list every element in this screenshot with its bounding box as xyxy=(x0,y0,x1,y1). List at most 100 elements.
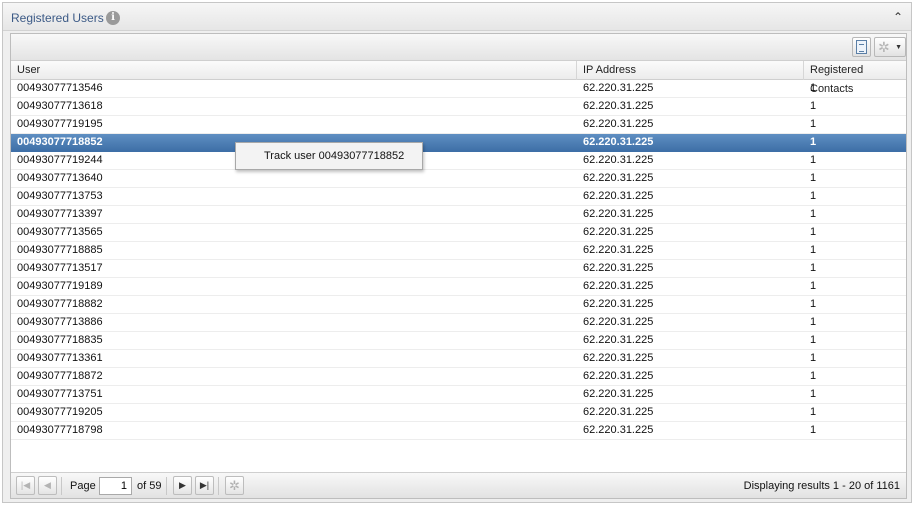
cell-user: 00493077718872 xyxy=(17,370,103,382)
cell-registered-contacts: 1 xyxy=(810,154,817,166)
cell-user: 00493077718885 xyxy=(17,244,103,256)
cell-ip-address: 62.220.31.225 xyxy=(583,172,654,184)
table-row[interactable]: 00493077713517 62.220.31.225 1 xyxy=(11,260,906,278)
settings-menu-button[interactable]: ✲ ▼ xyxy=(874,37,906,57)
table-row[interactable]: 00493077713618 62.220.31.225 1 xyxy=(11,98,906,116)
collapse-button[interactable]: ⌃ xyxy=(891,10,905,24)
column-header-ip-address[interactable]: IP Address xyxy=(577,61,804,80)
cell-user: 00493077719189 xyxy=(17,280,103,292)
cell-user: 00493077713565 xyxy=(17,226,103,238)
table-row[interactable]: 00493077719195 62.220.31.225 1 xyxy=(11,116,906,134)
cell-ip-address: 62.220.31.225 xyxy=(583,424,654,436)
grid-toolbar: ✲ ▼ xyxy=(11,34,906,61)
cell-registered-contacts: 1 xyxy=(810,316,817,328)
table-row[interactable]: 00493077718872 62.220.31.225 1 xyxy=(11,368,906,386)
table-row[interactable]: 00493077718798 62.220.31.225 1 xyxy=(11,422,906,440)
refresh-button[interactable]: ✲ xyxy=(225,476,244,495)
table-row[interactable]: 00493077713640 62.220.31.225 1 xyxy=(11,170,906,188)
cell-registered-contacts: 1 xyxy=(810,100,817,112)
track-user-menu-item[interactable]: Track user 00493077718852 xyxy=(236,143,422,169)
cell-registered-contacts: 1 xyxy=(810,118,817,130)
cell-ip-address: 62.220.31.225 xyxy=(583,352,654,364)
grid-body: 00493077713546 62.220.31.225 1 004930777136… xyxy=(11,80,906,440)
prev-page-icon: ◀ xyxy=(44,480,51,490)
cell-ip-address: 62.220.31.225 xyxy=(583,316,654,328)
panel-title: Registered Users xyxy=(11,11,104,25)
table-row[interactable]: 00493077713546 62.220.31.225 1 xyxy=(11,80,906,98)
table-row[interactable]: 00493077718835 62.220.31.225 1 xyxy=(11,332,906,350)
table-row[interactable]: 00493077719189 62.220.31.225 1 xyxy=(11,278,906,296)
cell-user: 00493077713640 xyxy=(17,172,103,184)
panel-header: Registered Users i ⌃ xyxy=(3,3,911,31)
cell-ip-address: 62.220.31.225 xyxy=(583,298,654,310)
cell-user: 00493077713397 xyxy=(17,208,103,220)
export-icon xyxy=(856,40,867,54)
row-context-menu: Track user 00493077718852 xyxy=(235,142,423,170)
prev-page-button[interactable]: ◀ xyxy=(38,476,57,495)
cell-ip-address: 62.220.31.225 xyxy=(583,154,654,166)
displaying-results-info: Displaying results 1 - 20 of 1161 xyxy=(743,480,900,492)
refresh-icon: ✲ xyxy=(229,478,240,493)
cell-user: 00493077713753 xyxy=(17,190,103,202)
toolbar-separator xyxy=(218,477,219,495)
cell-registered-contacts: 1 xyxy=(810,136,817,148)
cell-ip-address: 62.220.31.225 xyxy=(583,226,654,238)
cell-registered-contacts: 1 xyxy=(810,82,817,94)
page-count-label: of 59 xyxy=(137,480,162,492)
page-label: Page xyxy=(70,480,96,492)
cell-user: 00493077718798 xyxy=(17,424,103,436)
last-page-icon: ▶| xyxy=(199,480,210,490)
table-row[interactable]: 00493077713886 62.220.31.225 1 xyxy=(11,314,906,332)
cell-user: 00493077713546 xyxy=(17,82,103,94)
cell-user: 00493077718835 xyxy=(17,334,103,346)
cell-ip-address: 62.220.31.225 xyxy=(583,388,654,400)
cell-ip-address: 62.220.31.225 xyxy=(583,262,654,274)
cell-registered-contacts: 1 xyxy=(810,190,817,202)
first-page-button[interactable]: |◀ xyxy=(16,476,35,495)
users-grid: ✲ ▼ User IP Address Registered Contacts … xyxy=(10,33,907,499)
cell-registered-contacts: 1 xyxy=(810,244,817,256)
table-row[interactable]: 00493077718885 62.220.31.225 1 xyxy=(11,242,906,260)
toolbar-separator xyxy=(61,477,62,495)
cell-registered-contacts: 1 xyxy=(810,424,817,436)
next-page-icon: ▶ xyxy=(179,480,186,490)
cell-registered-contacts: 1 xyxy=(810,208,817,220)
column-header-row: User IP Address Registered Contacts xyxy=(11,61,906,95)
cell-registered-contacts: 1 xyxy=(810,280,817,292)
table-row[interactable]: 00493077719205 62.220.31.225 1 xyxy=(11,404,906,422)
info-icon[interactable]: i xyxy=(106,11,120,25)
first-page-icon: |◀ xyxy=(20,480,31,490)
gear-icon: ✲ xyxy=(878,39,890,55)
table-row[interactable]: 00493077713751 62.220.31.225 1 xyxy=(11,386,906,404)
cell-registered-contacts: 1 xyxy=(810,352,817,364)
chevron-down-icon: ▼ xyxy=(895,44,902,51)
table-row[interactable]: 00493077713753 62.220.31.225 1 xyxy=(11,188,906,206)
export-button[interactable] xyxy=(852,37,871,57)
cell-user: 00493077713618 xyxy=(17,100,103,112)
toolbar-separator xyxy=(166,477,167,495)
cell-registered-contacts: 1 xyxy=(810,298,817,310)
column-header-registered-contacts[interactable]: Registered Contacts xyxy=(804,61,906,95)
cell-user: 00493077713517 xyxy=(17,262,103,274)
table-row[interactable]: 00493077713565 62.220.31.225 1 xyxy=(11,224,906,242)
table-row[interactable]: 00493077713361 62.220.31.225 1 xyxy=(11,350,906,368)
cell-ip-address: 62.220.31.225 xyxy=(583,406,654,418)
table-row[interactable]: 00493077718852 62.220.31.225 1 xyxy=(11,134,906,152)
table-row[interactable]: 00493077713397 62.220.31.225 1 xyxy=(11,206,906,224)
cell-ip-address: 62.220.31.225 xyxy=(583,334,654,346)
table-row[interactable]: 00493077718882 62.220.31.225 1 xyxy=(11,296,906,314)
cell-ip-address: 62.220.31.225 xyxy=(583,280,654,292)
cell-registered-contacts: 1 xyxy=(810,388,817,400)
table-row[interactable]: 00493077719244 62.220.31.225 1 xyxy=(11,152,906,170)
cell-ip-address: 62.220.31.225 xyxy=(583,190,654,202)
cell-registered-contacts: 1 xyxy=(810,370,817,382)
cell-registered-contacts: 1 xyxy=(810,334,817,346)
cell-ip-address: 62.220.31.225 xyxy=(583,136,654,148)
next-page-button[interactable]: ▶ xyxy=(173,476,192,495)
column-header-user[interactable]: User xyxy=(11,61,577,80)
paging-toolbar: |◀ ◀ Page of 59 ▶ ▶| ✲ Displaying result… xyxy=(11,472,906,498)
cell-registered-contacts: 1 xyxy=(810,226,817,238)
cell-user: 00493077713361 xyxy=(17,352,103,364)
last-page-button[interactable]: ▶| xyxy=(195,476,214,495)
page-number-input[interactable] xyxy=(99,477,132,495)
